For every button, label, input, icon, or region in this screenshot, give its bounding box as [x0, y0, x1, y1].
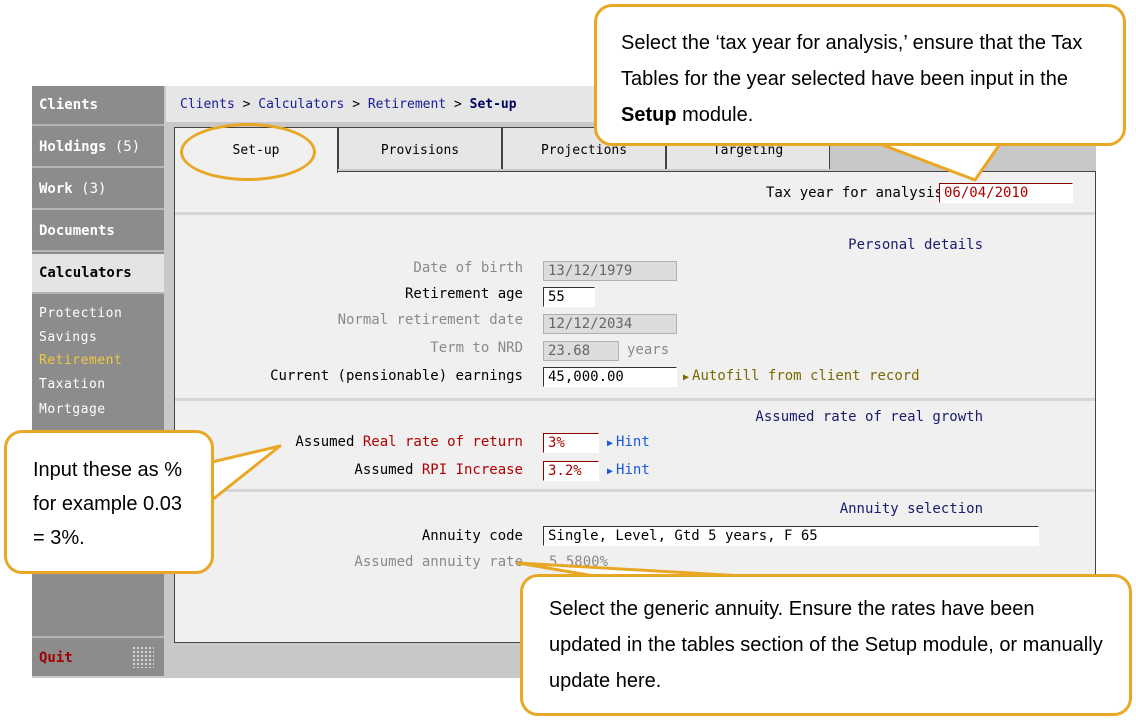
submenu-item-retirement[interactable]: Retirement	[39, 353, 122, 368]
quit-label: Quit	[39, 650, 73, 666]
real-return-field[interactable]: 3%	[543, 433, 599, 453]
play-arrow-icon: ▶	[683, 372, 690, 383]
annuity-rate-value: 5.5800%	[549, 554, 609, 570]
real-return-hint-link[interactable]: ▶ Hint	[607, 434, 650, 450]
sidebar-item-label: Clients	[39, 97, 99, 113]
earnings-label: Current (pensionable) earnings	[270, 368, 523, 384]
breadcrumb-separator: >	[446, 97, 470, 112]
tax-year-label: Tax year for analysis	[765, 185, 943, 201]
section-divider	[175, 398, 1095, 401]
play-arrow-icon: ▶	[607, 438, 614, 449]
nrd-field: 12/12/2034	[543, 314, 677, 334]
sidebar-item-label: Calculators	[39, 265, 132, 281]
breadcrumb: Clients > Calculators > Retirement > Set…	[180, 97, 517, 112]
grip-icon	[132, 646, 154, 668]
term-field: 23.68	[543, 341, 619, 361]
retirement-age-label: Retirement age	[404, 286, 523, 302]
autofill-label: Autofill from client record	[692, 368, 920, 384]
sidebar-item-label: Holdings (5)	[39, 139, 141, 155]
breadcrumb-clients[interactable]: Clients	[180, 97, 235, 112]
sidebar-item-documents[interactable]: Documents	[32, 212, 164, 252]
sidebar-item-label: Work (3)	[39, 181, 107, 197]
holdings-count: (5)	[106, 139, 141, 155]
earnings-field[interactable]: 45,000.00	[543, 367, 677, 387]
tax-year-field[interactable]: 06/04/2010	[939, 183, 1073, 203]
nrd-label: Normal retirement date	[337, 312, 523, 328]
tax-year-callout: Select the ‘tax year for analysis,’ ensu…	[594, 4, 1126, 146]
sidebar-item-label: Documents	[39, 223, 115, 239]
tab-provisions[interactable]: Provisions	[338, 127, 502, 169]
annuity-rate-label: Assumed annuity rate	[354, 554, 523, 570]
submenu-item-mortgage[interactable]: Mortgage	[39, 402, 106, 417]
dob-field: 13/12/1979	[543, 261, 677, 281]
sidebar-item-calculators[interactable]: Calculators	[32, 254, 164, 294]
breadcrumb-current: Set-up	[469, 97, 517, 112]
sidebar-item-clients[interactable]: Clients	[32, 86, 164, 126]
term-unit: years	[627, 342, 670, 358]
setup-tab-highlight	[180, 123, 316, 181]
dob-label: Date of birth	[413, 260, 523, 276]
calculators-submenu: Protection Savings Retirement Taxation M…	[32, 296, 164, 431]
sidebar-item-work[interactable]: Work (3)	[32, 170, 164, 210]
submenu-item-savings[interactable]: Savings	[39, 330, 97, 345]
personal-details-heading: Personal details	[848, 237, 983, 253]
growth-heading: Assumed rate of real growth	[755, 409, 983, 425]
real-return-label: Assumed Real rate of return	[295, 434, 523, 450]
submenu-item-protection[interactable]: Protection	[39, 306, 122, 321]
sidebar-item-holdings[interactable]: Holdings (5)	[32, 128, 164, 168]
annuity-code-field[interactable]: Single, Level, Gtd 5 years, F 65	[543, 526, 1039, 546]
rpi-label: Assumed RPI Increase	[354, 462, 523, 478]
annuity-callout: Select the generic annuity. Ensure the r…	[520, 574, 1132, 716]
breadcrumb-separator: >	[234, 97, 259, 112]
sidebar: Clients Holdings (5) Work (3) Documents …	[32, 86, 164, 676]
section-divider	[175, 212, 1095, 215]
submenu-item-taxation[interactable]: Taxation	[39, 377, 106, 392]
play-arrow-icon: ▶	[607, 466, 614, 477]
percent-callout: Input these as % for example 0.03 = 3%.	[4, 430, 214, 574]
breadcrumb-calculators[interactable]: Calculators	[258, 97, 344, 112]
section-divider	[175, 489, 1095, 492]
tax-year-callout-text: Select the ‘tax year for analysis,’ ensu…	[621, 32, 1083, 126]
hint-label: Hint	[616, 434, 650, 450]
breadcrumb-retirement[interactable]: Retirement	[368, 97, 446, 112]
quit-button[interactable]: Quit	[32, 636, 164, 676]
retirement-age-field[interactable]: 55	[543, 287, 595, 307]
percent-callout-text: Input these as % for example 0.03 = 3%.	[33, 459, 182, 549]
annuity-callout-text: Select the generic annuity. Ensure the r…	[549, 598, 1103, 692]
annuity-heading: Annuity selection	[839, 501, 983, 517]
term-label: Term to NRD	[430, 340, 523, 356]
hint-label: Hint	[616, 462, 650, 478]
rpi-hint-link[interactable]: ▶ Hint	[607, 462, 650, 478]
rpi-field[interactable]: 3.2%	[543, 461, 599, 481]
breadcrumb-separator: >	[344, 97, 368, 112]
setup-panel: Tax year for analysis 06/04/2010 Persona…	[174, 171, 1096, 643]
work-count: (3)	[72, 181, 107, 197]
tab-label: Provisions	[380, 143, 460, 158]
annuity-code-label: Annuity code	[421, 528, 523, 544]
autofill-link[interactable]: ▶ Autofill from client record	[683, 368, 920, 384]
